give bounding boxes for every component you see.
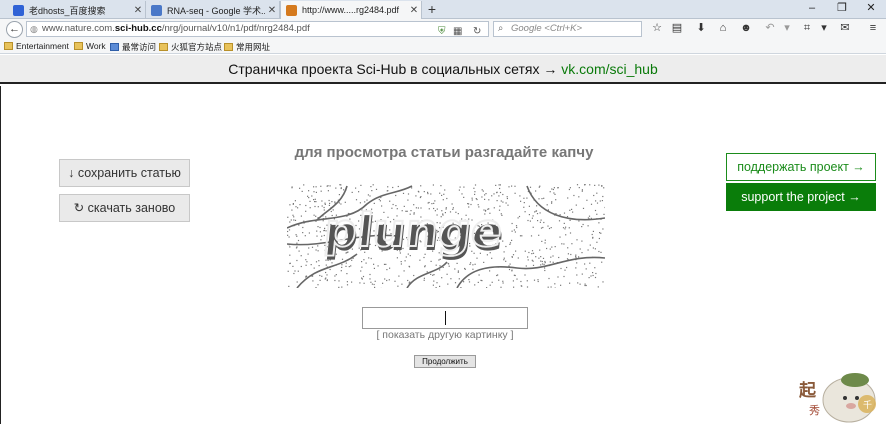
- support-project-ru-button[interactable]: поддержать проект →: [726, 153, 876, 181]
- url-prefix: www.nature.com.: [42, 23, 115, 34]
- bookmark-label: Work: [86, 41, 106, 51]
- most-visited-icon: [110, 43, 119, 51]
- bookmark-entertainment[interactable]: Entertainment: [4, 41, 69, 51]
- back-button[interactable]: ←: [6, 21, 23, 38]
- bookmark-most-visited[interactable]: 最常访问: [110, 41, 156, 53]
- continue-button[interactable]: Продолжить: [414, 355, 476, 368]
- tab-google-scholar[interactable]: RNA-seq - Google 学术... ✕: [146, 1, 280, 19]
- banner-text: Страничка проекта Sci-Hub в социальных с…: [228, 61, 562, 77]
- captcha-answer-input[interactable]: [362, 307, 528, 329]
- chevron-down-icon[interactable]: ▾: [817, 20, 831, 37]
- mascot-glyph-left: 起: [798, 380, 817, 401]
- search-icon: ⌕: [498, 23, 504, 34]
- new-tab-button[interactable]: +: [424, 1, 440, 18]
- reading-list-icon[interactable]: ▤: [670, 20, 684, 37]
- tab-label: http://www.....rg2484.pdf: [302, 5, 400, 15]
- menu-icon[interactable]: ≡: [866, 20, 880, 37]
- url-bar[interactable]: ◍ www.nature.com.sci-hub.cc/nrg/journal/…: [26, 21, 489, 37]
- tab-strip: 老dhosts_百度搜索 ✕ RNA-seq - Google 学术... ✕ …: [0, 0, 886, 19]
- browser-window: 老dhosts_百度搜索 ✕ RNA-seq - Google 学术... ✕ …: [0, 0, 886, 424]
- message-icon[interactable]: ✉: [838, 20, 852, 37]
- mascot-logo: 千 起 秀: [798, 373, 876, 423]
- maximize-button[interactable]: ❐: [827, 0, 857, 18]
- show-another-picture-link[interactable]: [ показать другую картинку ]: [362, 329, 528, 341]
- tab-scihub-pdf[interactable]: http://www.....rg2484.pdf ✕: [280, 1, 422, 19]
- folder-icon: [4, 42, 13, 50]
- close-tab-icon[interactable]: ✕: [265, 5, 279, 16]
- qr-code-icon[interactable]: ▦: [453, 25, 462, 36]
- google-scholar-icon: [151, 4, 162, 16]
- folder-icon: [74, 42, 83, 50]
- save-article-button[interactable]: ↓ сохранить статью: [59, 159, 190, 187]
- bookmark-label: 火狐官方站点: [171, 42, 223, 52]
- support-project-en-button[interactable]: support the project →: [726, 183, 876, 211]
- bookmark-label: 最常访问: [122, 42, 157, 52]
- scihub-raven-icon: [286, 4, 297, 16]
- captcha-page: ↓ сохранить статью ↻ скачать заново для …: [0, 86, 886, 424]
- reload-icon[interactable]: ↻: [473, 25, 481, 36]
- search-input[interactable]: ⌕ Google <Ctrl+K>: [493, 21, 642, 37]
- captcha-heading: для просмотра статьи разгадайте капчу: [294, 144, 594, 161]
- bookmark-firefox-official[interactable]: 火狐官方站点: [159, 41, 222, 53]
- tab-label: RNA-seq - Google 学术...: [167, 5, 265, 16]
- bookmark-label: 常用网址: [236, 42, 271, 52]
- bookmarks-toolbar: Entertainment Work 最常访问 火狐官方站点 常用网址: [0, 39, 886, 54]
- navigation-toolbar: ← ◍ www.nature.com.sci-hub.cc/nrg/journa…: [0, 19, 886, 39]
- scihub-social-banner: Страничка проекта Sci-Hub в социальных с…: [0, 55, 886, 84]
- close-window-button[interactable]: ✕: [856, 0, 886, 18]
- redownload-button[interactable]: ↻ скачать заново: [59, 194, 190, 222]
- close-tab-icon[interactable]: ✕: [131, 5, 145, 16]
- bookmark-work[interactable]: Work: [74, 41, 106, 51]
- folder-icon: [159, 43, 168, 51]
- site-info-icon[interactable]: ◍: [30, 22, 38, 36]
- url-suffix: /nrg/journal/v10/n1/pdf/nrg2484.pdf: [161, 23, 310, 34]
- mascot-glyph-right: 千: [863, 400, 872, 411]
- tab-baidu-search[interactable]: 老dhosts_百度搜索 ✕: [8, 1, 146, 19]
- bookmark-star-icon[interactable]: ☆: [650, 20, 664, 37]
- url-domain: sci-hub.cc: [114, 23, 162, 34]
- undo-icon[interactable]: ↶: [763, 20, 777, 37]
- captcha-image: plunge plunge: [287, 184, 605, 288]
- close-tab-icon[interactable]: ✕: [407, 5, 421, 16]
- chevron-down-icon[interactable]: ▾: [780, 20, 794, 37]
- download-icon[interactable]: ⬇: [694, 20, 708, 37]
- svg-text:plunge: plunge: [321, 203, 505, 257]
- minimize-button[interactable]: ‒: [797, 0, 827, 18]
- crop-icon[interactable]: ⌗: [800, 20, 814, 37]
- home-icon[interactable]: ⌂: [716, 20, 730, 37]
- baidu-paw-icon: [13, 4, 24, 16]
- arrow-left-icon: ←: [9, 23, 20, 35]
- bookmark-label: Entertainment: [16, 41, 69, 51]
- tab-label: 老dhosts_百度搜索: [29, 5, 106, 16]
- text-caret: [445, 311, 446, 325]
- folder-icon: [224, 43, 233, 51]
- chat-icon[interactable]: ☻: [739, 20, 753, 37]
- mascot-glyph-small: 秀: [809, 404, 820, 417]
- vk-link[interactable]: vk.com/sci_hub: [561, 61, 657, 77]
- bookmark-common-sites[interactable]: 常用网址: [224, 41, 270, 53]
- shield-icon[interactable]: ⛨: [438, 25, 446, 36]
- search-placeholder: Google <Ctrl+K>: [511, 23, 583, 34]
